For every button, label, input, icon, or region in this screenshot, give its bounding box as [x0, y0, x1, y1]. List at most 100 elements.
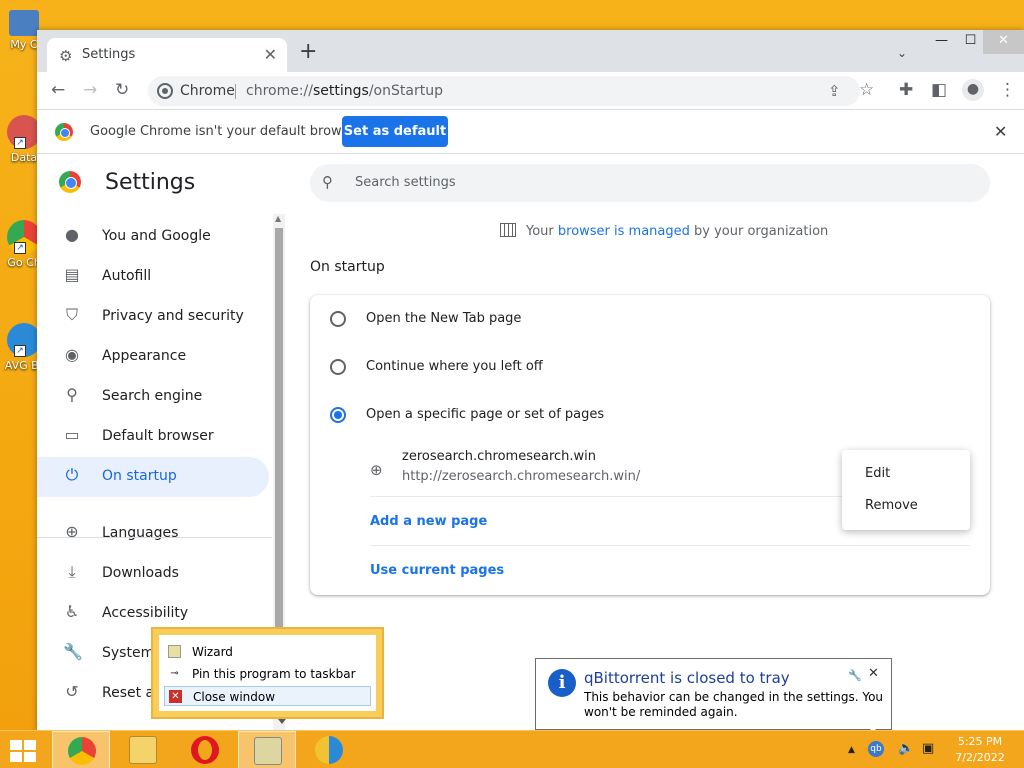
tab-search-button[interactable]: ⌄ [897, 46, 907, 60]
radio-button[interactable] [330, 359, 346, 375]
jump-list-menu: Wizard ⊸ Pin this program to taskbar ✕ C… [159, 635, 376, 711]
managed-link[interactable]: browser is managed [558, 224, 690, 239]
caret-down-icon [278, 719, 286, 724]
search-icon: ⚲ [66, 385, 78, 404]
folder-icon [129, 736, 157, 764]
new-tab-button[interactable]: + [299, 41, 317, 63]
page-action-menu: Edit Remove [842, 450, 970, 530]
wrench-icon: 🔧 [63, 642, 83, 661]
shortcut-arrow-icon: ↗ [14, 345, 26, 357]
site-label: Chrome [180, 83, 235, 99]
startup-options-card: Open the New Tab page Continue where you… [310, 295, 990, 595]
opera-icon [191, 736, 219, 764]
side-panel-icon[interactable]: ◧ [931, 80, 947, 100]
close-window-icon: ✕ [169, 690, 182, 703]
avg-browser-icon [315, 736, 343, 764]
scroll-up-icon[interactable]: ▲ [275, 214, 281, 223]
share-icon[interactable]: ⇪ [828, 81, 841, 101]
globe-icon: ⊕ [370, 461, 383, 479]
qbittorrent-notification[interactable]: i qBittorrent is closed to tray 🔧 ✕ This… [535, 658, 892, 742]
set-as-default-button[interactable]: Set as default [342, 116, 448, 147]
nav-item-default-browser[interactable]: ▭ Default browser [37, 417, 269, 457]
taskbar-wizard-app[interactable] [238, 731, 296, 768]
close-window-button[interactable]: ✕ [983, 30, 1024, 54]
nav-item-appearance[interactable]: ◉ Appearance [37, 337, 269, 377]
nav-item-privacy-and-security[interactable]: ⛉ Privacy and security [37, 297, 269, 337]
wizard-icon [254, 737, 282, 765]
volume-muted-icon[interactable]: 🔈 [898, 741, 914, 756]
radio-button-selected[interactable] [330, 407, 346, 423]
taskbar-file-explorer[interactable] [114, 731, 172, 768]
address-bar[interactable]: Chrome chrome://settings/onStartup ⇪ [148, 76, 860, 106]
nav-item-languages[interactable]: ⊕ Languages [37, 514, 269, 554]
page-title: Settings [105, 170, 196, 195]
power-icon: ⏻ [65, 465, 79, 484]
clock-date: 7/2/2022 [955, 751, 1005, 764]
notification-title: qBittorrent is closed to tray [584, 669, 790, 687]
chrome-site-icon [157, 83, 173, 99]
jump-list-item-wizard[interactable]: Wizard [164, 642, 371, 662]
option-new-tab[interactable]: Open the New Tab page [310, 295, 990, 343]
add-new-page-link[interactable]: Add a new page [370, 514, 487, 529]
reload-button[interactable]: ↻ [115, 80, 129, 100]
autofill-icon: ▤ [64, 265, 80, 284]
settings-wrench-icon[interactable]: 🔧 [848, 669, 862, 682]
back-button[interactable]: ← [51, 80, 65, 100]
computer-icon [9, 10, 39, 36]
tray-expand-icon[interactable]: ▲ [848, 745, 855, 755]
history-icon: ↺ [65, 682, 79, 701]
jump-list-item-close-window[interactable]: ✕ Close window [164, 686, 371, 706]
shield-icon: ⛉ [65, 305, 78, 324]
accessibility-icon: ♿ [64, 602, 80, 621]
infobar-close-button[interactable]: ✕ [994, 122, 1007, 141]
nav-item-downloads[interactable]: ⤓ Downloads [37, 554, 269, 594]
chrome-icon [68, 737, 96, 765]
person-icon: ● [65, 225, 79, 244]
pin-icon: ⊸ [170, 668, 179, 679]
toolbar: ← → ↻ Chrome chrome://settings/onStartup… [37, 72, 1024, 110]
notification-close-button[interactable]: ✕ [868, 666, 879, 681]
use-current-pages-link[interactable]: Use current pages [370, 563, 504, 578]
option-specific-pages[interactable]: Open a specific page or set of pages [310, 391, 990, 439]
taskbar-chrome[interactable] [52, 731, 110, 768]
forward-button[interactable]: → [83, 80, 97, 100]
system-clock[interactable]: 5:25 PM 7/2/2022 [952, 734, 1008, 766]
network-icon[interactable]: ▣ [922, 741, 934, 756]
bookmark-star-icon[interactable]: ☆ [859, 80, 874, 100]
search-icon: ⚲ [322, 173, 333, 191]
extensions-icon[interactable]: ✚ [899, 80, 913, 100]
chrome-logo-icon [59, 171, 81, 193]
nav-item-on-startup[interactable]: ⏻ On startup [37, 457, 269, 497]
nav-item-search-engine[interactable]: ⚲ Search engine [37, 377, 269, 417]
qbittorrent-tray-icon[interactable]: qb [868, 741, 884, 757]
wizard-icon [168, 645, 181, 658]
default-browser-infobar: Google Chrome isn't your default browser… [37, 110, 1024, 154]
tab-close-button[interactable]: ✕ [264, 45, 277, 64]
menu-kebab-icon[interactable]: ⋮ [999, 80, 1016, 100]
option-continue[interactable]: Continue where you left off [310, 343, 990, 391]
globe-icon: ⊕ [65, 522, 79, 541]
radio-button[interactable] [330, 311, 346, 327]
search-placeholder: Search settings [355, 175, 456, 190]
nav-item-you-and-google[interactable]: ● You and Google [37, 217, 269, 257]
infobar-message: Google Chrome isn't your default browser [90, 124, 362, 139]
search-settings-input[interactable]: ⚲ Search settings [310, 164, 990, 202]
jump-list-item-pin[interactable]: ⊸ Pin this program to taskbar [164, 664, 371, 684]
menu-item-remove[interactable]: Remove [865, 498, 918, 513]
section-title: On startup [310, 259, 385, 275]
start-button[interactable] [10, 740, 38, 762]
download-icon: ⤓ [68, 562, 76, 581]
taskbar-avg-browser[interactable] [300, 731, 358, 768]
scrollbar-thumb[interactable] [275, 228, 283, 638]
startup-page-url: http://zerosearch.chromesearch.win/ [402, 469, 641, 484]
managed-notice: Your browser is managed by your organiza… [500, 223, 828, 239]
menu-item-edit[interactable]: Edit [865, 466, 890, 481]
palette-icon: ◉ [65, 345, 79, 364]
taskbar: ▲ qb 🔈 ▣ 5:25 PM 7/2/2022 [0, 730, 1024, 768]
chrome-logo-icon [55, 123, 73, 141]
nav-divider [37, 537, 272, 538]
taskbar-opera[interactable] [176, 731, 234, 768]
tab-settings[interactable]: ⚙ Settings ✕ [47, 38, 287, 72]
profile-avatar-icon[interactable]: ● [962, 79, 984, 101]
nav-item-autofill[interactable]: ▤ Autofill [37, 257, 269, 297]
